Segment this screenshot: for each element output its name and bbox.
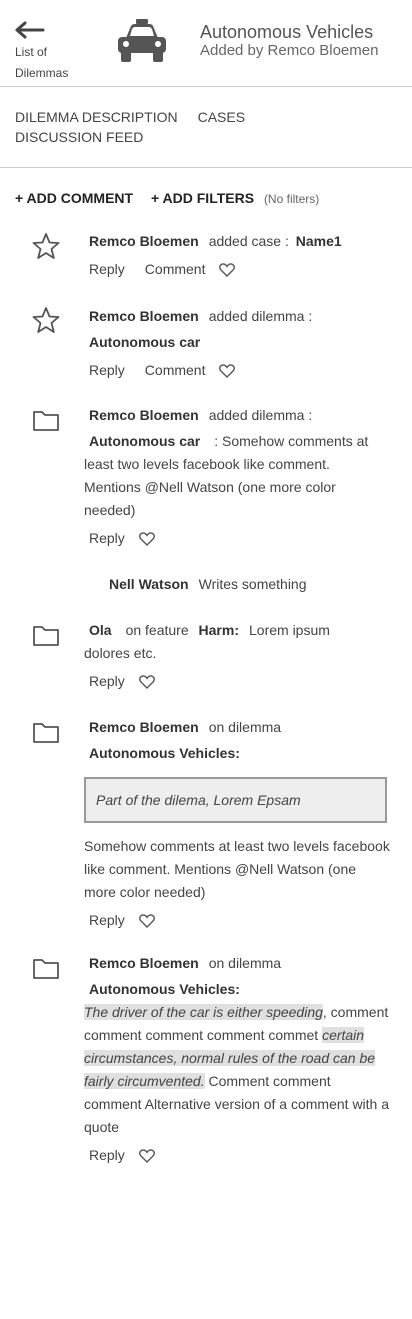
activity-target[interactable]: Autonomous Vehicles: [89, 981, 240, 997]
activity-target[interactable]: Autonomous car [89, 433, 200, 449]
reply-button[interactable]: Reply [89, 530, 125, 546]
item-actions: Reply [89, 908, 390, 932]
activity-target[interactable]: Name1 [296, 233, 342, 249]
page-subtitle: Added by Remco Bloemen [200, 42, 379, 59]
highlighted-quote: The driver of the car is either speeding [84, 1004, 323, 1020]
reply-button[interactable]: Reply [89, 912, 125, 928]
star-icon[interactable] [32, 306, 60, 334]
comment-text: The driver of the car is either speeding… [84, 1001, 390, 1139]
heart-icon[interactable] [219, 263, 236, 278]
reply-button[interactable]: Reply [89, 261, 125, 277]
item-actions: Reply Comment [89, 257, 390, 281]
heart-icon[interactable] [219, 364, 236, 379]
item-actions: Reply Comment [89, 358, 390, 382]
star-icon[interactable] [32, 232, 60, 260]
activity-text: added dilemma : [208, 407, 313, 423]
item-actions: Reply [89, 526, 390, 550]
comment-text: Somehow comments at least two levels fac… [84, 838, 390, 900]
tab-bar: DILEMMA DESCRIPTION CASES DISCUSSION FEED [15, 107, 395, 147]
back-to-list-link[interactable]: List of Dilemmas [15, 18, 85, 84]
activity-target[interactable]: Autonomous Vehicles: [89, 745, 240, 761]
comment-button[interactable]: Comment [145, 261, 206, 277]
folder-icon[interactable] [32, 954, 60, 982]
item-actions: Reply [89, 669, 390, 693]
add-comment-button[interactable]: + ADD COMMENT [15, 190, 133, 206]
comment-text: least two levels facebook like comment. … [84, 456, 336, 518]
activity-text: on dilemma [208, 719, 282, 735]
tabs-divider [0, 167, 412, 168]
taxi-car-icon [118, 19, 166, 62]
arrow-left-icon [15, 21, 45, 39]
author-name[interactable]: Ola [89, 622, 112, 638]
page-title: Autonomous Vehicles [200, 22, 374, 42]
activity-target[interactable]: Harm: [199, 622, 239, 638]
folder-icon[interactable] [32, 406, 60, 434]
comment-text-start: : Somehow comments at [214, 433, 369, 449]
comment-text-start: Lorem ipsum [249, 622, 330, 638]
comment-button[interactable]: Comment [145, 362, 206, 378]
item-actions: Reply [89, 1143, 390, 1167]
add-filters-button[interactable]: + ADD FILTERS [151, 190, 254, 206]
tab-dilemma-description[interactable]: DILEMMA DESCRIPTION [15, 107, 178, 127]
author-name[interactable]: Remco Bloemen [89, 955, 199, 971]
activity-text: added dilemma : [208, 308, 313, 324]
tab-discussion-feed[interactable]: DISCUSSION FEED [15, 127, 143, 147]
back-label: List of Dilemmas [15, 45, 69, 80]
reply-button[interactable]: Reply [89, 362, 125, 378]
heart-icon[interactable] [138, 675, 155, 690]
header-divider [0, 86, 412, 87]
heart-icon[interactable] [138, 914, 155, 929]
comment-text: dolores etc. [84, 645, 157, 661]
heart-icon[interactable] [138, 532, 155, 547]
author-name[interactable]: Nell Watson [109, 576, 189, 592]
author-name[interactable]: Remco Bloemen [89, 308, 199, 324]
activity-text: on feature [125, 622, 189, 638]
filters-status: (No filters) [263, 192, 320, 206]
tab-cases[interactable]: CASES [198, 107, 245, 127]
heart-icon[interactable] [138, 1149, 155, 1164]
activity-target[interactable]: Autonomous car [89, 334, 200, 350]
activity-text: added case : [208, 233, 289, 249]
folder-icon[interactable] [32, 718, 60, 746]
quoted-passage: Part of the dilema, Lorem Epsam [84, 777, 387, 823]
folder-icon[interactable] [32, 621, 60, 649]
author-name[interactable]: Remco Bloemen [89, 407, 199, 423]
activity-text: on dilemma [208, 955, 282, 971]
reply-button[interactable]: Reply [89, 1147, 125, 1163]
author-name[interactable]: Remco Bloemen [89, 233, 199, 249]
reply-text: Writes something [198, 576, 307, 592]
reply-button[interactable]: Reply [89, 673, 125, 689]
feed-actions: + ADD COMMENT + ADD FILTERS (No filters) [15, 188, 319, 209]
nested-reply: Nell Watson Writes something [109, 574, 307, 594]
author-name[interactable]: Remco Bloemen [89, 719, 199, 735]
